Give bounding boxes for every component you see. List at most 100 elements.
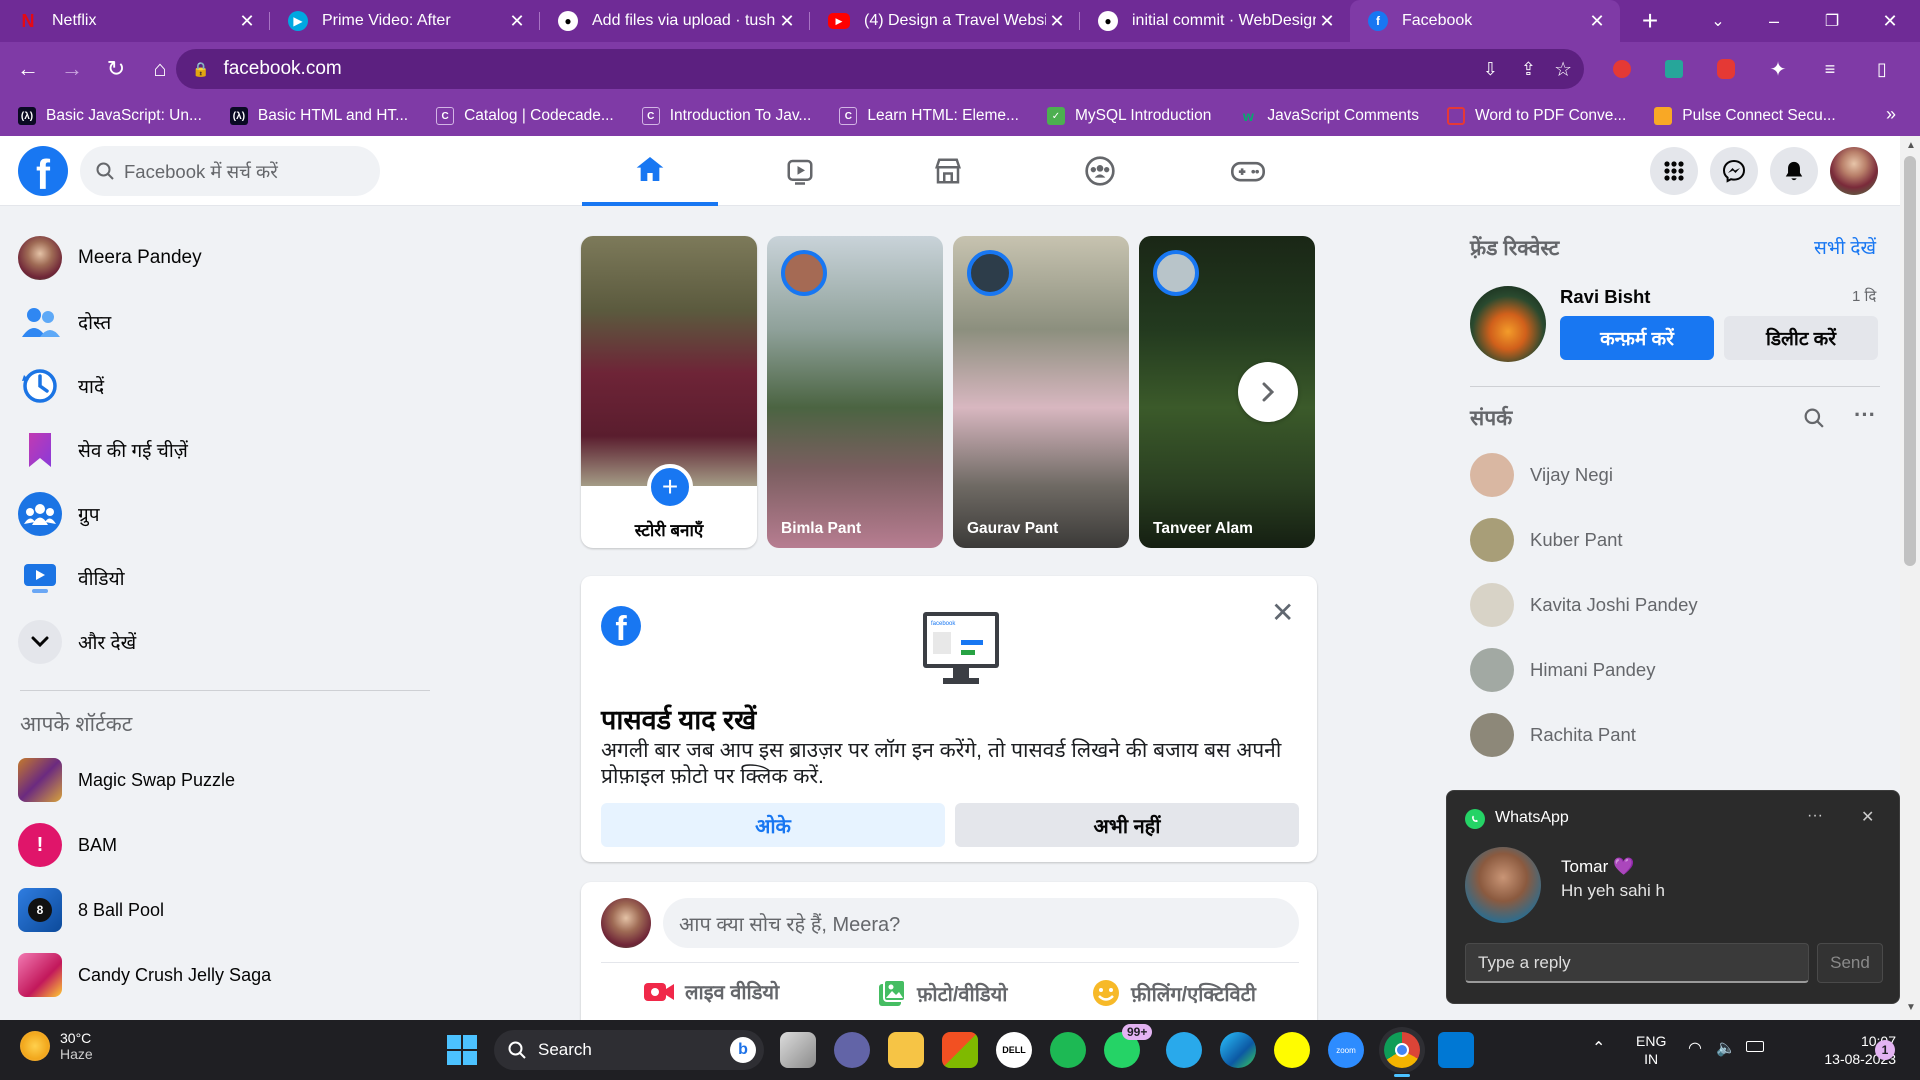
confirm-button[interactable]: कन्फ़र्म करें bbox=[1560, 316, 1714, 360]
tab-netflix[interactable]: N Netflix ✕ bbox=[0, 0, 270, 42]
address-bar[interactable]: 🔒 facebook.com ⇩ ⇪ ☆ bbox=[176, 49, 1584, 89]
account-avatar[interactable] bbox=[1830, 147, 1878, 195]
not-now-button[interactable]: अभी नहीं bbox=[955, 803, 1299, 847]
bookmark-item[interactable]: (λ) Basic JavaScript: Un... bbox=[18, 107, 202, 125]
vscode-icon[interactable] bbox=[1438, 1032, 1474, 1068]
contact-item[interactable]: Vijay Negi bbox=[1470, 447, 1613, 503]
sidebar-item-video[interactable]: वीडियो bbox=[18, 550, 438, 606]
tab-facebook[interactable]: f Facebook ✕ bbox=[1350, 0, 1620, 42]
language-indicator[interactable]: ENG IN bbox=[1636, 1032, 1666, 1068]
photo-video-button[interactable]: फ़ोटो/वीडियो bbox=[877, 978, 1007, 1008]
story-card[interactable]: Gaurav Pant bbox=[953, 236, 1129, 548]
close-tab-icon[interactable]: ✕ bbox=[776, 11, 798, 32]
share-icon[interactable]: ⇪ bbox=[1521, 59, 1536, 80]
sidebar-item-saved[interactable]: सेव की गई चीज़ें bbox=[18, 422, 438, 478]
shortcut-magic-swap-puzzle[interactable]: Magic Swap Puzzle bbox=[18, 752, 438, 808]
contacts-search-icon[interactable] bbox=[1804, 408, 1824, 428]
bookmark-item[interactable]: C Introduction To Jav... bbox=[641, 107, 811, 125]
notification-badge[interactable]: 1 bbox=[1875, 1040, 1895, 1060]
sidebar-item-memories[interactable]: यादें bbox=[18, 358, 438, 414]
sidebar-item-profile[interactable]: Meera Pandey bbox=[18, 230, 438, 286]
facebook-search-input[interactable]: Facebook में सर्च करें bbox=[80, 146, 380, 196]
contact-item[interactable]: Rachita Pant bbox=[1470, 707, 1636, 763]
snapchat-icon[interactable] bbox=[1274, 1032, 1310, 1068]
contact-item[interactable]: Kavita Joshi Pandey bbox=[1470, 577, 1698, 633]
stories-next-button[interactable] bbox=[1238, 362, 1298, 422]
menu-grid-button[interactable] bbox=[1650, 147, 1698, 195]
bookmark-item[interactable]: w JavaScript Comments bbox=[1239, 107, 1419, 125]
install-icon[interactable]: ⇩ bbox=[1483, 59, 1498, 80]
shortcut-8-ball-pool[interactable]: 8 8 Ball Pool bbox=[18, 882, 438, 938]
adblock-extension-icon[interactable] bbox=[1704, 47, 1748, 91]
profile-avatar[interactable] bbox=[1912, 47, 1920, 91]
avatar[interactable] bbox=[1470, 286, 1546, 362]
facebook-logo-icon[interactable]: f bbox=[18, 146, 68, 196]
whatsapp-taskbar-icon[interactable]: 99+ bbox=[1104, 1024, 1153, 1068]
volume-icon[interactable]: 🔈 bbox=[1716, 1038, 1736, 1058]
battery-icon[interactable] bbox=[1746, 1041, 1764, 1052]
nav-marketplace-tab[interactable] bbox=[880, 136, 1016, 206]
bookmark-item[interactable]: Word to PDF Conve... bbox=[1446, 107, 1626, 125]
minimize-button[interactable]: – bbox=[1752, 0, 1796, 43]
requester-name[interactable]: Ravi Bisht bbox=[1560, 286, 1650, 308]
scrollbar-thumb[interactable] bbox=[1904, 156, 1916, 566]
ok-button[interactable]: ओके bbox=[601, 803, 945, 847]
weather-widget[interactable]: 30°C Haze bbox=[20, 1030, 93, 1062]
close-window-button[interactable]: ✕ bbox=[1868, 0, 1912, 43]
bookmark-item[interactable]: C Catalog | Codecade... bbox=[436, 107, 614, 125]
close-tab-icon[interactable]: ✕ bbox=[506, 11, 528, 32]
sidebar-item-groups[interactable]: ग्रुप bbox=[18, 486, 438, 542]
reload-button[interactable]: ↻ bbox=[94, 47, 138, 91]
contacts-more-icon[interactable]: ··· bbox=[1854, 402, 1876, 428]
edge-icon[interactable] bbox=[1220, 1032, 1256, 1068]
bookmark-star-icon[interactable]: ☆ bbox=[1554, 57, 1572, 82]
notification-more-icon[interactable]: ··· bbox=[1807, 807, 1823, 825]
bookmark-item[interactable]: (λ) Basic HTML and HT... bbox=[229, 107, 408, 125]
media-controls-icon[interactable]: ≡ bbox=[1808, 47, 1852, 91]
close-tab-icon[interactable]: ✕ bbox=[236, 11, 258, 32]
nav-groups-tab[interactable] bbox=[1032, 136, 1168, 206]
task-view-icon[interactable] bbox=[780, 1032, 816, 1068]
close-tab-icon[interactable]: ✕ bbox=[1046, 11, 1068, 32]
feeling-activity-button[interactable]: फ़ीलिंग/एक्टिविटी bbox=[1091, 978, 1256, 1008]
restore-button[interactable]: ❐ bbox=[1810, 0, 1854, 43]
start-button[interactable] bbox=[446, 1034, 478, 1066]
contact-item[interactable]: Kuber Pant bbox=[1470, 512, 1623, 568]
side-panel-icon[interactable]: ▯ bbox=[1860, 47, 1904, 91]
nav-gaming-tab[interactable] bbox=[1180, 136, 1316, 206]
shortcut-bam[interactable]: ! BAM bbox=[18, 817, 438, 873]
send-button[interactable]: Send bbox=[1817, 943, 1883, 983]
close-tab-icon[interactable]: ✕ bbox=[1586, 11, 1608, 32]
live-video-button[interactable]: लाइव वीडियो bbox=[643, 978, 779, 1005]
tab-github-upload[interactable]: ● Add files via upload · tushar ✕ bbox=[540, 0, 810, 42]
scroll-up-arrow-icon[interactable]: ▲ bbox=[1906, 140, 1916, 151]
translate-extension-icon[interactable] bbox=[1652, 47, 1696, 91]
bookmark-item[interactable]: ✓ MySQL Introduction bbox=[1046, 107, 1211, 125]
nav-watch-tab[interactable] bbox=[732, 136, 868, 206]
new-tab-button[interactable]: + bbox=[1628, 0, 1672, 43]
tab-prime-video[interactable]: ▶ Prime Video: After ✕ bbox=[270, 0, 540, 42]
delete-button[interactable]: डिलीट करें bbox=[1724, 316, 1878, 360]
nav-home-tab[interactable] bbox=[582, 136, 718, 206]
create-story-card[interactable]: + स्टोरी बनाएँ bbox=[581, 236, 757, 548]
taskbar-search[interactable]: Search b bbox=[494, 1030, 764, 1070]
add-story-button[interactable]: + bbox=[647, 464, 693, 510]
notifications-button[interactable] bbox=[1770, 147, 1818, 195]
story-card[interactable]: Bimla Pant bbox=[767, 236, 943, 548]
composer-input[interactable]: आप क्या सोच रहे हैं, Meera? bbox=[663, 898, 1299, 948]
chrome-icon[interactable] bbox=[1384, 1032, 1420, 1068]
spotify-icon[interactable] bbox=[1050, 1032, 1086, 1068]
sidebar-item-friends[interactable]: दोस्त bbox=[18, 294, 438, 350]
forward-button[interactable]: → bbox=[50, 47, 94, 91]
extension-icon[interactable] bbox=[1600, 47, 1644, 91]
shortcut-candy-crush[interactable]: Candy Crush Jelly Saga bbox=[18, 947, 438, 1003]
dell-icon[interactable]: DELL bbox=[996, 1032, 1032, 1068]
telegram-icon[interactable] bbox=[1166, 1032, 1202, 1068]
wifi-icon[interactable]: ◠ bbox=[1688, 1038, 1702, 1058]
puzzle-extensions-icon[interactable]: ✦ bbox=[1756, 47, 1800, 91]
more-bookmarks-button[interactable]: » bbox=[1886, 104, 1896, 125]
show-hidden-icons-chevron-icon[interactable]: ⌃ bbox=[1592, 1038, 1605, 1058]
tab-github-commit[interactable]: ● initial commit · WebDesignI ✕ bbox=[1080, 0, 1350, 42]
contact-item[interactable]: Himani Pandey bbox=[1470, 642, 1655, 698]
file-explorer-icon[interactable] bbox=[888, 1032, 924, 1068]
